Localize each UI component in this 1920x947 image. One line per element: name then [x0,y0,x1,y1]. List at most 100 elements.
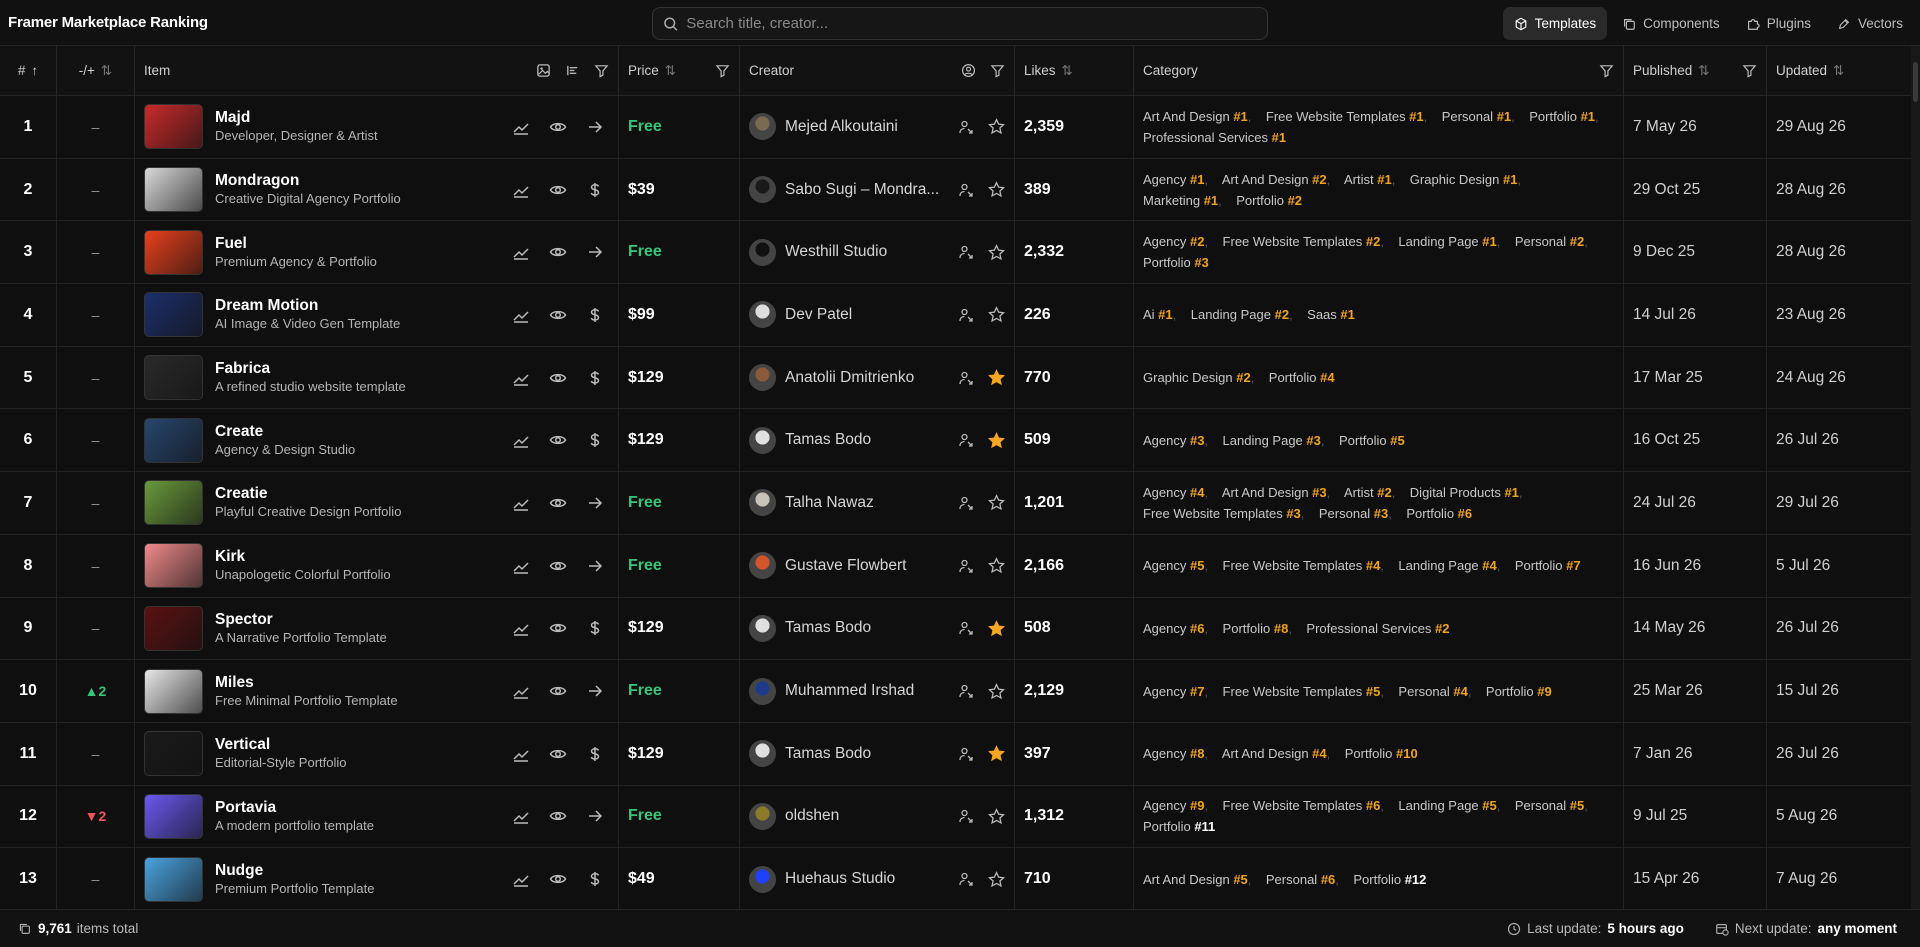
creator-name[interactable]: Talha Nawaz [785,494,957,512]
favorite-button[interactable] [987,557,1005,575]
creator-name[interactable]: Huehaus Studio [785,870,957,888]
scrollbar[interactable] [1911,46,1920,910]
favorite-button[interactable] [987,118,1005,136]
preview-button[interactable] [548,368,568,388]
col-published-header[interactable]: Published ⇅ [1624,46,1767,95]
category-tag[interactable]: Portfolio #2 [1236,193,1302,208]
category-tag[interactable]: Portfolio #7 [1515,558,1581,573]
template-thumbnail[interactable] [144,104,203,150]
template-thumbnail[interactable] [144,417,203,463]
template-thumbnail[interactable] [144,668,203,714]
category-tag[interactable]: Free Website Templates #2, [1223,234,1395,249]
item-name[interactable]: Portavia [215,798,511,817]
buy-button[interactable] [585,368,605,388]
category-tag[interactable]: Portfolio #3 [1143,255,1209,270]
category-tag[interactable]: Free Website Templates #3, [1143,506,1315,521]
preview-button[interactable] [548,869,568,889]
category-tag[interactable]: Landing Page #1, [1398,234,1511,249]
follow-creator-button[interactable] [957,494,975,512]
table-row[interactable]: 12 ▼2 Portavia A modern portfolio templat… [0,785,1920,849]
buy-button[interactable] [585,744,605,764]
category-tag[interactable]: Agency #8, [1143,746,1219,761]
stats-button[interactable] [511,493,531,513]
search-input[interactable] [686,15,1257,32]
item-name[interactable]: Mondragon [215,171,511,190]
filter-icon[interactable] [990,63,1005,78]
tab-vectors[interactable]: Vectors [1826,7,1914,40]
category-tag[interactable]: Portfolio #1, [1529,109,1609,124]
category-tag[interactable]: Free Website Templates #1, [1266,109,1438,124]
category-tag[interactable]: Personal #5, [1515,798,1599,813]
col-likes-header[interactable]: Likes ⇅ [1015,46,1134,95]
category-tag[interactable]: Agency #2, [1143,234,1219,249]
creator-name[interactable]: Anatolii Dmitrienko [785,369,957,387]
stats-button[interactable] [511,618,531,638]
open-button[interactable] [585,117,605,137]
avatar[interactable] [749,552,776,580]
template-thumbnail[interactable] [144,856,203,902]
item-name[interactable]: Nudge [215,861,511,880]
follow-creator-button[interactable] [957,619,975,637]
category-tag[interactable]: Landing Page #3, [1223,433,1336,448]
avatar[interactable] [749,426,776,454]
preview-button[interactable] [548,618,568,638]
preview-button[interactable] [548,806,568,826]
avatar[interactable] [749,238,776,266]
stats-button[interactable] [511,117,531,137]
category-tag[interactable]: Art And Design #4, [1222,746,1341,761]
table-row[interactable]: 1 – Majd Developer, Designer & Artist Fre… [0,96,1920,159]
category-tag[interactable]: Free Website Templates #6, [1223,798,1395,813]
preview-button[interactable] [548,681,568,701]
category-tag[interactable]: Marketing #1, [1143,193,1233,208]
template-thumbnail[interactable] [144,480,203,526]
template-thumbnail[interactable] [144,292,203,338]
follow-creator-button[interactable] [957,181,975,199]
filter-icon[interactable] [594,63,609,78]
avatar[interactable] [749,176,776,204]
table-row[interactable]: 9 – Spector A Narrative Portfolio Templat… [0,597,1920,661]
item-name[interactable]: Miles [215,673,511,692]
buy-button[interactable] [585,180,605,200]
preview-button[interactable] [548,242,568,262]
col-rank-header[interactable]: # ↑ [0,46,57,95]
category-tag[interactable]: Personal #6, [1266,872,1350,887]
col-creator-header[interactable]: Creator [740,46,1015,95]
favorite-button[interactable] [987,870,1005,888]
category-tag[interactable]: Artist #1, [1344,172,1406,187]
open-button[interactable] [585,242,605,262]
creator-name[interactable]: Tamas Bodo [785,431,957,449]
item-name[interactable]: Vertical [215,735,511,754]
favorite-button[interactable] [987,807,1005,825]
creator-name[interactable]: Sabo Sugi – Mondra... [785,181,957,199]
stats-button[interactable] [511,556,531,576]
item-name[interactable]: Majd [215,108,511,127]
category-tag[interactable]: Professional Services #1 [1143,130,1286,145]
creator-name[interactable]: oldshen [785,807,957,825]
scrollbar-thumb[interactable] [1913,62,1918,102]
category-tag[interactable]: Professional Services #2 [1306,621,1449,636]
category-tag[interactable]: Agency #9, [1143,798,1219,813]
open-button[interactable] [585,806,605,826]
category-tag[interactable]: Landing Page #2, [1191,307,1304,322]
follow-creator-button[interactable] [957,745,975,763]
category-tag[interactable]: Art And Design #3, [1222,485,1341,500]
template-thumbnail[interactable] [144,543,203,589]
open-button[interactable] [585,493,605,513]
item-name[interactable]: Fabrica [215,359,511,378]
category-tag[interactable]: Portfolio #11 [1143,819,1215,834]
table-row[interactable]: 3 – Fuel Premium Agency & Portfolio Free … [0,221,1920,285]
category-tag[interactable]: Digital Products #1, [1410,485,1534,500]
stats-button[interactable] [511,430,531,450]
table-row[interactable]: 2 – Mondragon Creative Digital Agency Por… [0,158,1920,222]
favorite-button[interactable] [987,745,1005,763]
category-tag[interactable]: Art And Design #5, [1143,872,1262,887]
category-tag[interactable]: Free Website Templates #5, [1223,684,1395,699]
item-name[interactable]: Spector [215,610,511,629]
search-box[interactable] [652,7,1268,40]
table-row[interactable]: 5 – Fabrica A refined studio website temp… [0,346,1920,410]
creator-name[interactable]: Tamas Bodo [785,745,957,763]
template-thumbnail[interactable] [144,605,203,651]
category-tag[interactable]: Saas #1 [1307,307,1355,322]
table-row[interactable]: 13 – Nudge Premium Portfolio Template $49… [0,848,1920,911]
table-row[interactable]: 10 ▲2 Miles Free Minimal Portfolio Templa… [0,660,1920,723]
